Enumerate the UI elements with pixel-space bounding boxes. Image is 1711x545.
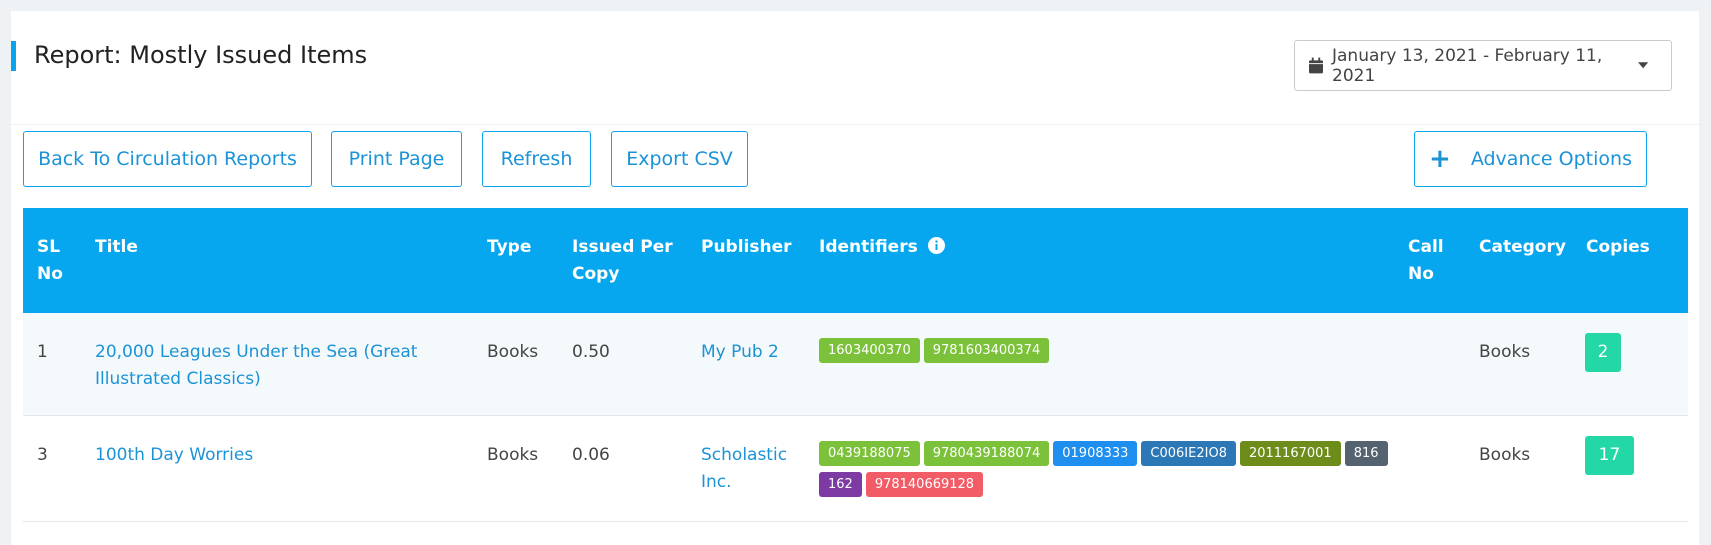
- column-header-sl-no[interactable]: SL No: [23, 208, 81, 313]
- column-header-title[interactable]: Title: [81, 208, 473, 313]
- refresh-button[interactable]: Refresh: [482, 131, 591, 187]
- column-header-issued-per-copy[interactable]: Issued Per Copy: [558, 208, 687, 313]
- table-row: 1 20,000 Leagues Under the Sea (Great Il…: [23, 313, 1688, 416]
- cell-publisher: My Pub 2: [687, 313, 805, 416]
- table-header-row: SL No Title Type Issued Per Copy Publish…: [23, 208, 1688, 313]
- cell-call-no: [1394, 415, 1465, 522]
- item-title-link[interactable]: 100th Day Worries: [95, 445, 253, 465]
- advance-options-button[interactable]: + Advance Options: [1414, 131, 1647, 187]
- table-row: 3 100th Day Worries Books 0.06 Scholasti…: [23, 415, 1688, 522]
- plus-icon: +: [1429, 144, 1451, 174]
- cell-sl-no: 3: [23, 415, 81, 522]
- cell-sl-no: 1: [23, 313, 81, 416]
- copies-badge: 17: [1585, 436, 1634, 475]
- cell-issued-per-copy: 0.06: [558, 415, 687, 522]
- column-header-identifiers[interactable]: Identifiers: [805, 208, 1394, 313]
- info-icon[interactable]: [927, 237, 945, 254]
- title-accent-bar: [11, 41, 16, 71]
- identifier-tag: 978140669128: [865, 472, 984, 497]
- cell-copies: 17: [1572, 415, 1688, 522]
- report-header: Report: Mostly Issued Items January 13, …: [11, 11, 1699, 125]
- cell-identifiers: 0439188075 9780439188074 01908333 C006IE2IO…: [805, 415, 1394, 522]
- cell-title: 100th Day Worries: [81, 415, 473, 522]
- publisher-link[interactable]: My Pub 2: [701, 342, 779, 362]
- back-to-circulation-reports-button[interactable]: Back To Circulation Reports: [23, 131, 312, 187]
- cell-category: Books: [1465, 415, 1572, 522]
- identifier-tag: 01908333: [1053, 441, 1138, 466]
- chevron-down-icon: [1637, 62, 1648, 69]
- cell-copies: 2: [1572, 313, 1688, 416]
- identifier-tag: C006IE2IO8: [1141, 441, 1236, 466]
- column-header-type[interactable]: Type: [473, 208, 558, 313]
- identifier-tag: 816: [1344, 441, 1388, 466]
- identifier-tag: 0439188075: [819, 441, 920, 466]
- export-csv-button[interactable]: Export CSV: [611, 131, 748, 187]
- cell-publisher: Scholastic Inc.: [687, 415, 805, 522]
- page-title: Report: Mostly Issued Items: [34, 41, 368, 69]
- identifier-tag: 9781603400374: [923, 338, 1050, 363]
- identifier-tag: 162: [819, 472, 862, 497]
- print-page-button[interactable]: Print Page: [331, 131, 462, 187]
- cell-identifiers: 1603400370 9781603400374: [805, 313, 1394, 416]
- cell-title: 20,000 Leagues Under the Sea (Great Illu…: [81, 313, 473, 416]
- report-table: SL No Title Type Issued Per Copy Publish…: [23, 208, 1688, 522]
- column-header-copies[interactable]: Copies: [1572, 208, 1688, 313]
- advance-options-label: Advance Options: [1470, 148, 1632, 170]
- cell-type: Books: [473, 313, 558, 416]
- cell-category: Books: [1465, 313, 1572, 416]
- copies-badge: 2: [1585, 333, 1621, 372]
- cell-type: Books: [473, 415, 558, 522]
- date-range-picker[interactable]: January 13, 2021 - February 11, 2021: [1294, 40, 1672, 91]
- date-range-text: January 13, 2021 - February 11, 2021: [1332, 45, 1603, 86]
- column-header-call-no[interactable]: Call No: [1394, 208, 1465, 313]
- calendar-icon: [1309, 57, 1323, 74]
- identifier-tag: 2011167001: [1239, 441, 1341, 466]
- publisher-link[interactable]: Scholastic Inc.: [701, 445, 787, 492]
- cell-issued-per-copy: 0.50: [558, 313, 687, 416]
- column-header-publisher[interactable]: Publisher: [687, 208, 805, 313]
- identifier-tag: 1603400370: [819, 338, 920, 363]
- cell-call-no: [1394, 313, 1465, 416]
- identifier-tag: 9780439188074: [923, 441, 1050, 466]
- item-title-link[interactable]: 20,000 Leagues Under the Sea (Great Illu…: [95, 342, 417, 389]
- column-header-category[interactable]: Category: [1465, 208, 1572, 313]
